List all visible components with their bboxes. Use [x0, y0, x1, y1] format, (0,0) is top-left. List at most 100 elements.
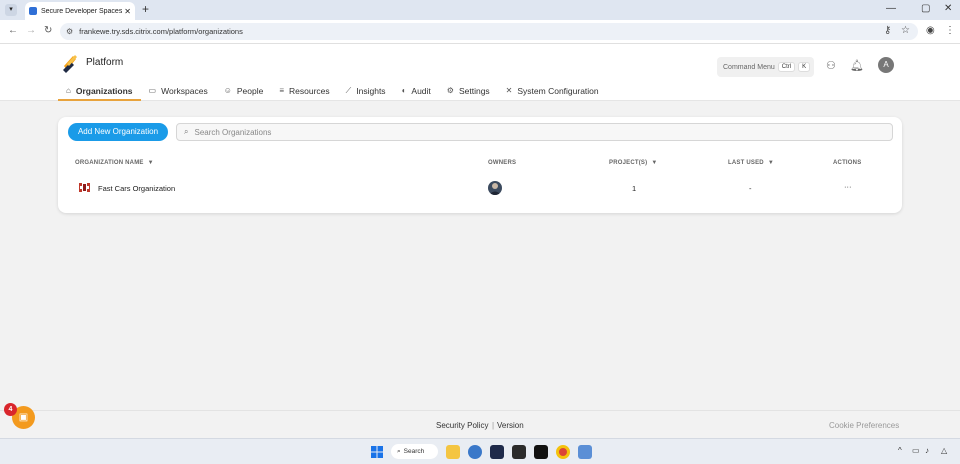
- notification-count-badge: 4: [4, 403, 17, 416]
- app-header: Platform Command Menu Ctrl K ⚇ 🔔︎ A ⌂ Or…: [0, 44, 960, 101]
- user-avatar[interactable]: A: [878, 57, 894, 73]
- sort-caret-icon: ▼: [147, 160, 154, 166]
- column-label: ORGANIZATION NAME: [75, 160, 144, 166]
- monitor-icon: ▭: [148, 86, 157, 95]
- search-organizations-input[interactable]: ⌕ Search Organizations: [176, 123, 893, 141]
- tab-label: Insights: [356, 85, 386, 96]
- column-header-owners: OWNERS: [488, 160, 516, 166]
- shield-icon: ◐: [401, 86, 407, 95]
- site-info-icon[interactable]: ⚙: [66, 27, 73, 36]
- add-organization-button[interactable]: Add New Organization: [68, 123, 168, 141]
- column-label: PROJECT(S): [609, 160, 648, 166]
- x-app-icon[interactable]: [490, 445, 504, 459]
- page-footer: Security Policy | Version Cookie Prefere…: [0, 410, 960, 438]
- chart-icon: ⟋: [345, 85, 352, 95]
- url-text: frankewe.try.sds.citrix.com/platform/org…: [79, 27, 243, 36]
- close-window-button[interactable]: ✕: [944, 3, 952, 14]
- tab-people[interactable]: ☺ People: [216, 80, 272, 101]
- tab-organizations[interactable]: ⌂ Organizations: [58, 80, 141, 101]
- gear-icon: ⚙: [446, 86, 454, 95]
- minimize-button[interactable]: —: [886, 3, 896, 14]
- tab-search-icon[interactable]: ▾: [5, 4, 17, 16]
- owner-avatar[interactable]: [488, 181, 502, 195]
- search-icon: ⌕: [184, 127, 189, 136]
- main-nav-tabs: ⌂ Organizations ▭ Workspaces ☺ People ≡ …: [58, 80, 607, 101]
- tab-label: Organizations: [75, 85, 133, 96]
- tab-label: Audit: [411, 85, 431, 96]
- shortcut-ctrl: Ctrl: [777, 62, 796, 72]
- new-tab-button[interactable]: +: [142, 2, 149, 16]
- column-label: OWNERS: [488, 160, 517, 166]
- address-bar-row: ← → ↻ ⚙ frankewe.try.sds.citrix.com/plat…: [0, 20, 960, 44]
- bookmark-star-icon[interactable]: ☆: [901, 25, 910, 36]
- terminal-icon[interactable]: [512, 445, 526, 459]
- tab-audit[interactable]: ◐ Audit: [394, 80, 439, 101]
- chrome-icon[interactable]: [556, 445, 570, 459]
- version-link[interactable]: Version: [497, 421, 524, 430]
- organizations-card: Add New Organization ⌕ Search Organizati…: [58, 117, 902, 213]
- notification-bell-icon[interactable]: △: [941, 446, 947, 455]
- column-header-name[interactable]: ORGANIZATION NAME ▼: [75, 160, 154, 166]
- tab-settings[interactable]: ⚙ Settings: [439, 80, 498, 101]
- taskbar-search-label: Search: [403, 448, 425, 455]
- taskbar-search-icon: ⌕: [397, 447, 401, 455]
- tab-label: System Configuration: [517, 85, 599, 96]
- platform-logo-icon[interactable]: [62, 54, 78, 74]
- back-icon[interactable]: ←: [8, 25, 18, 36]
- command-menu-label: Command Menu: [723, 63, 775, 71]
- volume-icon[interactable]: ♪: [925, 446, 929, 455]
- tab-title: Secure Developer Spaces Platf: [41, 7, 123, 15]
- tab-insights[interactable]: ⟋ Insights: [338, 80, 394, 101]
- tab-label: Resources: [289, 85, 330, 96]
- tab-system-configuration[interactable]: ✕ System Configuration: [498, 80, 607, 101]
- tab-label: People: [236, 85, 264, 96]
- favicon-icon: [29, 7, 37, 15]
- os-taskbar: ⌕ Search ^ ▭ ♪ △: [0, 438, 960, 464]
- browser-tabstrip: ▾ Secure Developer Spaces Platf ✕ + — ▢ …: [0, 0, 960, 20]
- sort-caret-icon: ▼: [767, 160, 774, 166]
- app-name: Platform: [86, 57, 124, 68]
- organization-name-link[interactable]: Fast Cars Organization: [98, 184, 175, 193]
- notepad-icon[interactable]: [578, 445, 592, 459]
- file-explorer-icon[interactable]: [446, 445, 460, 459]
- column-label: ACTIONS: [833, 160, 862, 166]
- notifications-bell-icon[interactable]: 🔔︎: [850, 59, 864, 72]
- windows-start-icon[interactable]: [370, 445, 384, 459]
- tab-label: Settings: [458, 85, 490, 96]
- database-icon: ≡: [279, 86, 285, 95]
- password-key-icon[interactable]: ⚷: [884, 25, 891, 36]
- footer-separator: |: [492, 421, 495, 430]
- cookie-preferences-link[interactable]: Cookie Preferences: [829, 421, 899, 430]
- tab-close-icon[interactable]: ✕: [124, 7, 131, 16]
- column-header-last-used[interactable]: LAST USED ▼: [728, 160, 774, 166]
- reload-icon[interactable]: ↻: [44, 25, 52, 36]
- console-icon[interactable]: [534, 445, 548, 459]
- tab-workspaces[interactable]: ▭ Workspaces: [141, 80, 216, 101]
- column-header-projects[interactable]: PROJECT(S) ▼: [609, 160, 657, 166]
- command-menu-button[interactable]: Command Menu Ctrl K: [717, 57, 814, 77]
- maximize-button[interactable]: ▢: [921, 3, 930, 14]
- tools-icon: ✕: [505, 86, 513, 95]
- people-icon: ☺: [223, 86, 232, 95]
- projects-count: 1: [632, 184, 637, 193]
- organization-logo-icon: [78, 181, 91, 194]
- home-icon: ⌂: [66, 86, 71, 95]
- user-switch-icon[interactable]: ⚇: [826, 59, 836, 72]
- profile-icon[interactable]: ◉: [926, 25, 935, 36]
- column-label: LAST USED: [728, 160, 764, 166]
- tab-resources[interactable]: ≡ Resources: [271, 80, 337, 101]
- url-bar[interactable]: ⚙ frankewe.try.sds.citrix.com/platform/o…: [60, 23, 918, 40]
- browser-menu-icon[interactable]: ⋮: [945, 25, 955, 36]
- forward-icon[interactable]: →: [26, 25, 36, 36]
- shortcut-k: K: [798, 62, 811, 72]
- column-header-actions: ACTIONS: [833, 160, 861, 166]
- browser-tab[interactable]: Secure Developer Spaces Platf ✕: [25, 2, 135, 20]
- tray-overflow-icon[interactable]: ^: [898, 446, 902, 455]
- sort-caret-icon: ▼: [651, 160, 658, 166]
- row-actions-menu-icon[interactable]: ···: [844, 182, 852, 191]
- taskbar-search[interactable]: ⌕ Search: [391, 444, 438, 459]
- search-placeholder: Search Organizations: [194, 127, 272, 137]
- security-policy-link[interactable]: Security Policy: [436, 421, 488, 430]
- app-icon-blue[interactable]: [468, 445, 482, 459]
- network-icon[interactable]: ▭: [912, 446, 920, 455]
